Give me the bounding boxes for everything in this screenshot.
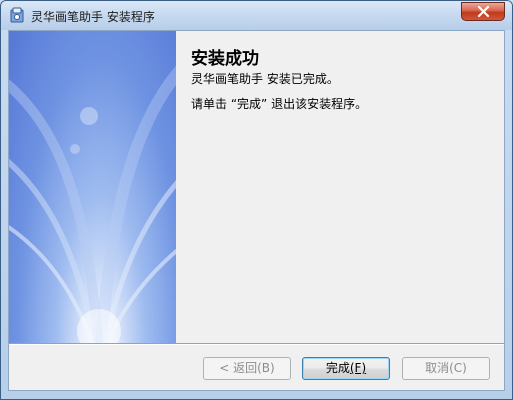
close-button[interactable] [461, 2, 505, 21]
window-title: 灵华画笔助手 安装程序 [31, 10, 155, 24]
completion-message: 灵华画笔助手 安装已完成。 [191, 72, 339, 86]
installer-icon [10, 7, 25, 23]
wizard-body: 安装成功 灵华画笔助手 安装已完成。 请单击 “完成” 退出该安装程序。 < 返… [8, 30, 505, 391]
wizard-banner-image [9, 31, 176, 343]
back-hotkey: (B) [257, 361, 275, 375]
installer-window: 灵华画笔助手 安装程序 安装成功 灵华画笔助手 安装已完成。 请单击 “完成” … [0, 0, 513, 400]
wizard-content: 安装成功 灵华画笔助手 安装已完成。 请单击 “完成” 退出该安装程序。 [176, 31, 504, 343]
close-icon [477, 6, 490, 18]
finish-hotkey: (F) [349, 361, 367, 375]
instruction-message: 请单击 “完成” 退出该安装程序。 [191, 97, 368, 111]
page-heading: 安装成功 [191, 49, 259, 69]
divider [9, 343, 504, 345]
finish-button[interactable]: 完成(F) [302, 357, 390, 380]
title-bar[interactable]: 灵华画笔助手 安装程序 [1, 1, 512, 30]
cancel-hotkey: (C) [449, 361, 467, 375]
back-button[interactable]: < 返回(B) [203, 357, 291, 380]
cancel-button[interactable]: 取消(C) [402, 357, 490, 380]
